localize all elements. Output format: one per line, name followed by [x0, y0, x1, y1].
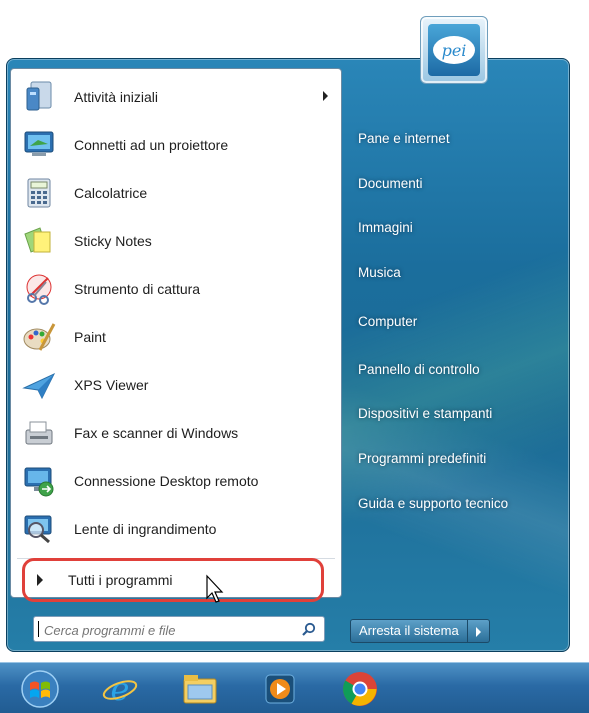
search-icon[interactable] [302, 622, 316, 636]
getting-started-icon [22, 80, 56, 114]
right-item-guida-supporto[interactable]: Guida e supporto tecnico [358, 496, 508, 511]
magnifier-icon [22, 512, 56, 546]
svg-text:e: e [111, 670, 130, 708]
file-explorer-icon[interactable] [180, 669, 220, 709]
xps-viewer-icon [22, 368, 56, 402]
program-item-connetti-proiettore[interactable]: Connetti ad un proiettore [10, 122, 340, 168]
program-label: Paint [74, 329, 106, 345]
right-item-computer[interactable]: Computer [358, 314, 417, 329]
program-label: Calcolatrice [74, 185, 148, 201]
paint-palette-icon [22, 320, 56, 354]
right-item-documenti[interactable]: Documenti [358, 176, 423, 191]
all-programs-label: Tutti i programmi [68, 572, 173, 588]
program-item-fax-scanner[interactable]: Fax e scanner di Windows [10, 410, 340, 456]
internet-explorer-icon[interactable]: e [100, 669, 140, 709]
mouse-cursor-icon [206, 574, 224, 603]
fax-scanner-icon [22, 416, 56, 450]
program-label: Connetti ad un proiettore [74, 137, 229, 153]
shutdown-button[interactable]: Arresta il sistema [350, 619, 468, 643]
right-item-dispositivi-stampanti[interactable]: Dispositivi e stampanti [358, 406, 492, 421]
glass-streak [339, 59, 569, 651]
sticky-notes-icon [22, 224, 56, 258]
snipping-tool-icon [22, 272, 56, 306]
program-item-paint[interactable]: Paint [10, 314, 340, 360]
program-label: Sticky Notes [74, 233, 152, 249]
program-label: Connessione Desktop remoto [74, 473, 259, 489]
search-box[interactable] [33, 616, 325, 642]
all-programs-button[interactable]: Tutti i programmi [22, 558, 324, 602]
program-item-desktop-remoto[interactable]: Connessione Desktop remoto [10, 458, 340, 504]
expand-arrow-icon [37, 574, 43, 586]
remote-desktop-icon [22, 464, 56, 498]
program-item-attivita-iniziali[interactable]: Attività iniziali [10, 74, 340, 120]
right-item-pannello-controllo[interactable]: Pannello di controllo [358, 362, 480, 377]
calculator-icon [22, 176, 56, 210]
user-picture-text: pei [433, 36, 475, 64]
windows-start-orb-icon[interactable] [20, 669, 60, 709]
program-label: Attività iniziali [74, 89, 159, 105]
right-item-programmi-predefiniti[interactable]: Programmi predefiniti [358, 451, 486, 466]
projector-icon [22, 128, 56, 162]
right-item-musica[interactable]: Musica [358, 265, 401, 280]
shutdown-options-button[interactable] [467, 619, 490, 643]
taskbar: e [0, 662, 589, 713]
program-label: XPS Viewer [74, 377, 149, 393]
program-label: Lente di ingrandimento [74, 521, 217, 537]
text-caret [38, 621, 39, 637]
right-item-immagini[interactable]: Immagini [358, 220, 413, 235]
program-item-calcolatrice[interactable]: Calcolatrice [10, 170, 340, 216]
chrome-icon[interactable] [340, 669, 380, 709]
program-label: Strumento di cattura [74, 281, 201, 297]
shutdown-control: Arresta il sistema [350, 619, 490, 643]
program-item-sticky-notes[interactable]: Sticky Notes [10, 218, 340, 264]
submenu-arrow-icon [323, 91, 328, 101]
user-picture[interactable]: pei [420, 16, 488, 84]
program-item-xps-viewer[interactable]: XPS Viewer [10, 362, 340, 408]
search-input[interactable] [42, 619, 296, 641]
program-item-strumento-cattura[interactable]: Strumento di cattura [10, 266, 340, 312]
program-label: Fax e scanner di Windows [74, 425, 239, 441]
program-item-lente[interactable]: Lente di ingrandimento [10, 506, 340, 552]
media-player-icon[interactable] [260, 669, 300, 709]
right-item-pane-e-internet[interactable]: Pane e internet [358, 131, 450, 146]
